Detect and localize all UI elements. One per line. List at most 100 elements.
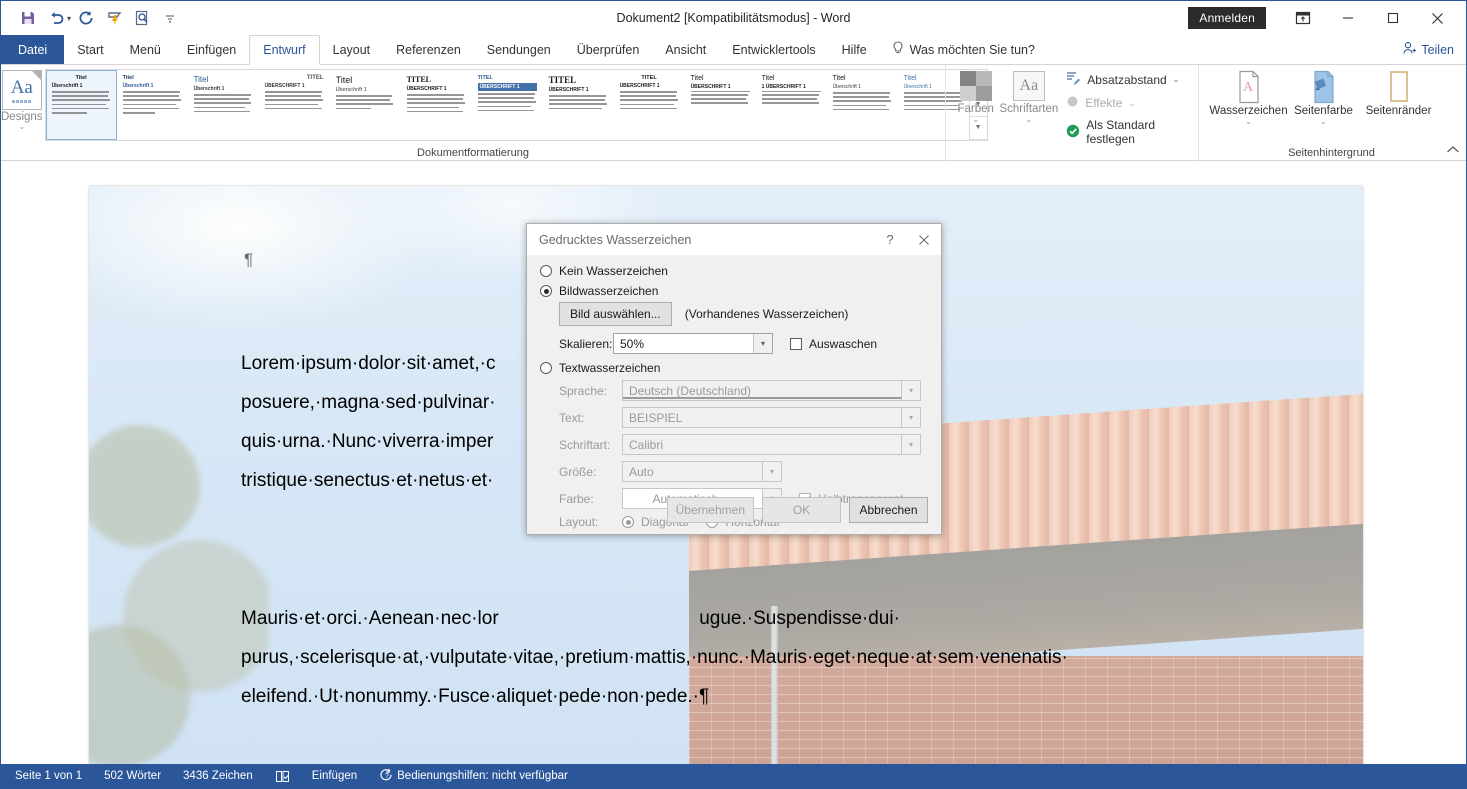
- text-combobox[interactable]: BEISPIEL ▾: [622, 407, 921, 428]
- colors-button[interactable]: Farben ⌄: [952, 65, 999, 124]
- share-button[interactable]: Teilen: [1402, 35, 1466, 64]
- select-picture-button[interactable]: Bild auswählen...: [559, 302, 672, 326]
- colors-dropdown-caret[interactable]: ⌄: [972, 116, 979, 124]
- tab-start[interactable]: Start: [64, 35, 116, 64]
- ribbon-group-dokumentformatierung: Aa Designs ⌄ Titel Überschrift 1 Titel Ü…: [1, 65, 988, 161]
- style-thumb[interactable]: Titel Überschrift 1: [116, 70, 188, 140]
- page-color-button[interactable]: Seitenfarbe ⌄: [1286, 65, 1361, 126]
- status-accessibility[interactable]: ? Bedienungshilfen: nicht verfügbar: [368, 768, 579, 784]
- watermark-dropdown-caret[interactable]: ⌄: [1245, 118, 1252, 126]
- tab-menu[interactable]: Menü: [117, 35, 174, 64]
- tab-entwurf[interactable]: Entwurf: [249, 35, 320, 65]
- style-thumb[interactable]: Titel 1 ÜBERSCHRIFT 1: [755, 70, 827, 140]
- print-preview-icon[interactable]: [129, 6, 155, 30]
- chevron-down-icon[interactable]: ▾: [901, 381, 920, 400]
- style-thumb[interactable]: Titel Überschrift 1: [826, 70, 898, 140]
- apply-button[interactable]: Übernehmen: [666, 497, 754, 523]
- radio-text-watermark-control[interactable]: [540, 362, 552, 374]
- style-thumb-body: [406, 94, 466, 113]
- size-combobox[interactable]: Auto ▾: [622, 461, 782, 482]
- proofing-icon[interactable]: [264, 770, 301, 783]
- status-chars[interactable]: 3436 Zeichen: [172, 770, 264, 782]
- chevron-down-icon[interactable]: ▾: [901, 435, 920, 454]
- style-thumb[interactable]: TITEL ÜBERSCHRIFT 1: [542, 70, 614, 140]
- tab-hilfe[interactable]: Hilfe: [829, 35, 880, 64]
- tab-datei[interactable]: Datei: [1, 35, 65, 64]
- style-thumb[interactable]: TITEL ÜBERSCHRIFT 1: [400, 70, 472, 140]
- style-thumb[interactable]: Titel Überschrift 1: [329, 70, 401, 140]
- chevron-down-icon[interactable]: ▾: [753, 334, 772, 353]
- radio-no-watermark-control[interactable]: [540, 265, 552, 277]
- tab-ueberpruefen[interactable]: Überprüfen: [564, 35, 653, 64]
- tab-entwicklertools[interactable]: Entwicklertools: [719, 35, 828, 64]
- fonts-button[interactable]: Aa Schriftarten ⌄: [999, 65, 1058, 124]
- radio-no-watermark[interactable]: Kein Wasserzeichen: [540, 264, 928, 278]
- sign-in-button[interactable]: Anmelden: [1188, 7, 1266, 29]
- customize-qat-icon[interactable]: [157, 6, 183, 30]
- page-color-dropdown-caret[interactable]: ⌄: [1320, 118, 1327, 126]
- undo-icon[interactable]: [43, 6, 69, 30]
- redo-icon[interactable]: [73, 6, 99, 30]
- tab-sendungen[interactable]: Sendungen: [474, 35, 564, 64]
- style-thumb[interactable]: Titel ÜBERSCHRIFT 1: [684, 70, 756, 140]
- style-thumb[interactable]: TITEL ÜBERSCHRIFT 1: [258, 70, 330, 140]
- cancel-button[interactable]: Abbrechen: [849, 497, 928, 523]
- page-borders-button[interactable]: Seitenränder: [1361, 65, 1436, 118]
- dialog-body: Kein Wasserzeichen Bildwasserzeichen Bil…: [527, 255, 941, 529]
- radio-picture-watermark[interactable]: Bildwasserzeichen: [540, 284, 928, 298]
- fonts-dropdown-caret[interactable]: ⌄: [1026, 116, 1033, 124]
- style-thumb[interactable]: Titel Überschrift 1: [187, 70, 259, 140]
- style-thumb-heading: Überschrift 1: [193, 86, 225, 92]
- paragraph-spacing-button[interactable]: Absatzabstand ⌄: [1066, 71, 1190, 88]
- designs-corner-fold: [31, 71, 41, 80]
- collapse-ribbon-icon[interactable]: [1446, 145, 1460, 158]
- tab-layout[interactable]: Layout: [320, 35, 384, 64]
- ribbon: Aa Designs ⌄ Titel Überschrift 1 Titel Ü…: [1, 65, 1466, 161]
- status-insert-mode[interactable]: Einfügen: [301, 770, 368, 782]
- designs-button[interactable]: Aa Designs ⌄: [1, 65, 43, 131]
- radio-text-watermark[interactable]: Textwasserzeichen: [540, 361, 928, 375]
- chevron-down-icon[interactable]: ▾: [762, 462, 781, 481]
- tell-me-box[interactable]: Was möchten Sie tun?: [880, 35, 1035, 64]
- undo-dropdown-caret[interactable]: ▾: [67, 14, 71, 23]
- design-small-buttons: Absatzabstand ⌄ Effekte ⌄ Als Standard f…: [1058, 65, 1198, 146]
- radio-layout-diagonal[interactable]: [622, 516, 634, 528]
- printed-watermark-dialog[interactable]: Gedrucktes Wasserzeichen ? Kein Wasserze…: [526, 223, 942, 535]
- chevron-down-icon[interactable]: ▾: [901, 408, 920, 427]
- style-thumb[interactable]: TITEL ÜBERSCHRIFT 1: [613, 70, 685, 140]
- style-thumb[interactable]: TITEL ÜBERSCHRIFT 1: [471, 70, 543, 140]
- close-icon[interactable]: [907, 224, 941, 255]
- quick-print-icon[interactable]: [101, 6, 127, 30]
- close-icon[interactable]: [1415, 3, 1460, 33]
- language-combobox[interactable]: Deutsch (Deutschland) ▾: [622, 380, 921, 401]
- dialog-title-bar: Gedrucktes Wasserzeichen ?: [527, 224, 941, 255]
- ribbon-display-options-icon[interactable]: [1280, 3, 1325, 33]
- style-thumb[interactable]: Titel Überschrift 1: [45, 70, 117, 140]
- maximize-icon[interactable]: [1370, 3, 1415, 33]
- watermark-button[interactable]: A Wasserzeichen ⌄: [1209, 65, 1288, 126]
- select-picture-row: Bild auswählen... (Vorhandenes Wasserzei…: [559, 302, 928, 326]
- style-thumb-title: TITEL: [477, 75, 493, 81]
- radio-picture-watermark-control[interactable]: [540, 285, 552, 297]
- tab-einfuegen[interactable]: Einfügen: [174, 35, 249, 64]
- ok-button[interactable]: OK: [762, 497, 841, 523]
- set-as-default-button[interactable]: Als Standard festlegen: [1066, 118, 1190, 146]
- style-thumb-heading: Überschrift 1: [122, 83, 154, 89]
- minimize-icon[interactable]: [1325, 3, 1370, 33]
- ribbon-group-designelemente: Farben ⌄ Aa Schriftarten ⌄ Absatzabstand…: [945, 65, 1198, 161]
- status-page[interactable]: Seite 1 von 1: [1, 770, 93, 782]
- paragraph-spacing-caret[interactable]: ⌄: [1173, 75, 1180, 84]
- save-icon[interactable]: [15, 6, 41, 30]
- tab-referenzen[interactable]: Referenzen: [383, 35, 474, 64]
- scale-combobox[interactable]: 50% ▾: [613, 333, 773, 354]
- washout-checkbox[interactable]: [790, 337, 802, 350]
- help-icon[interactable]: ?: [873, 224, 907, 255]
- status-words[interactable]: 502 Wörter: [93, 770, 172, 782]
- designs-dropdown-caret[interactable]: ⌄: [18, 123, 25, 131]
- style-set-gallery[interactable]: Titel Überschrift 1 Titel Überschrift 1 …: [44, 69, 988, 141]
- style-thumb-body: [832, 92, 892, 111]
- font-combobox[interactable]: Calibri ▾: [622, 434, 921, 455]
- style-thumb-title: TITEL: [406, 75, 432, 84]
- style-thumb-heading: ÜBERSCHRIFT 1: [619, 83, 660, 89]
- tab-ansicht[interactable]: Ansicht: [652, 35, 719, 64]
